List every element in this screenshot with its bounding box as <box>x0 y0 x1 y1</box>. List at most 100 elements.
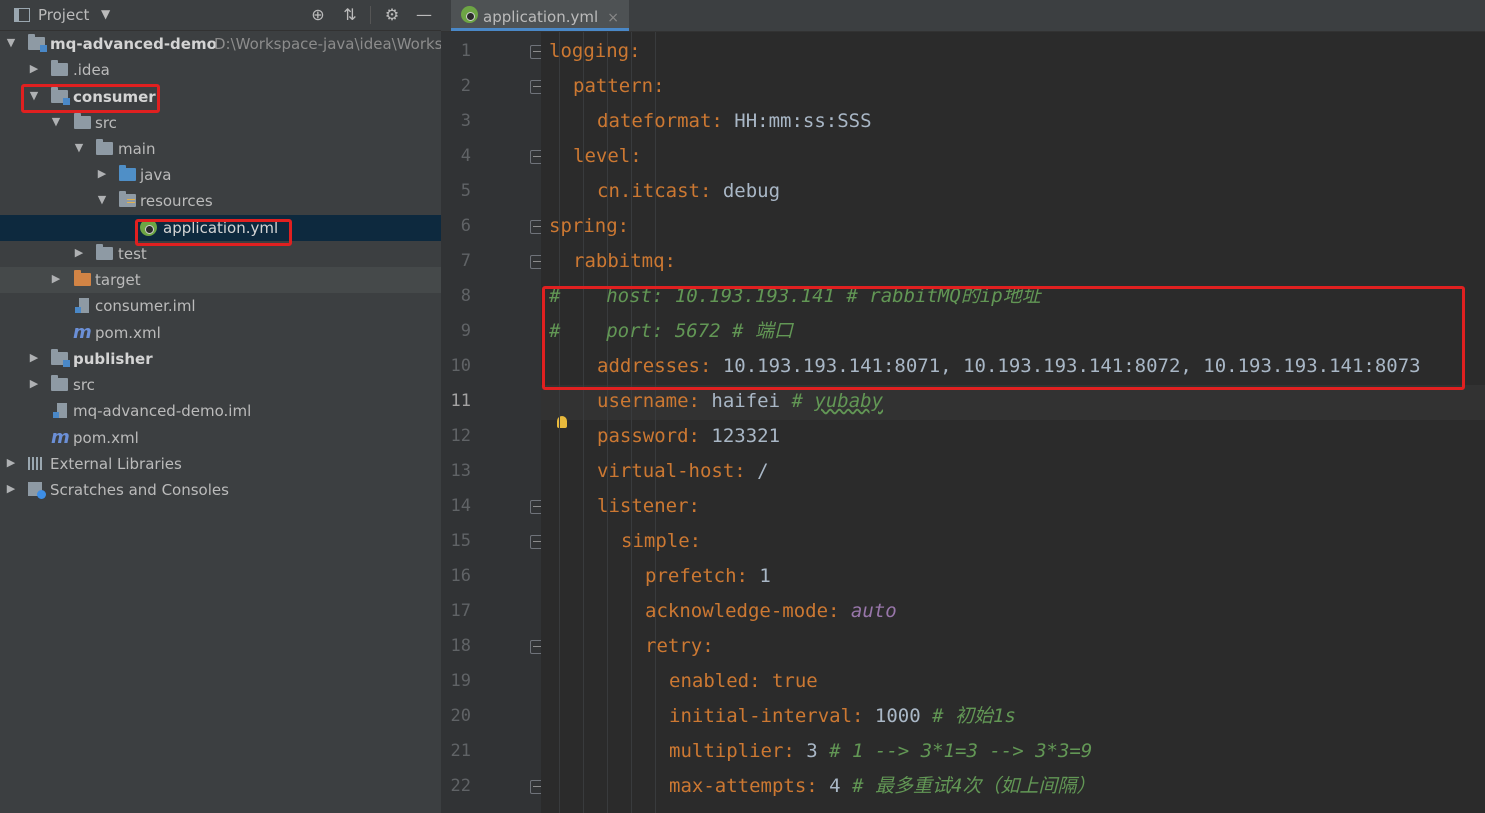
tree-item-consumer[interactable]: ▼ consumer <box>0 84 441 110</box>
chevron-down-icon[interactable]: ▼ <box>50 115 62 128</box>
tree-item-publisher[interactable]: ▶ publisher <box>0 346 441 372</box>
yaml-colon: : <box>617 215 630 237</box>
code-line: username: haifei # yubaby <box>597 384 883 419</box>
tree-item-label: consumer <box>73 88 156 106</box>
tree-item-pom-xml[interactable]: m pom.xml <box>0 320 441 346</box>
library-icon <box>28 457 44 470</box>
tree-item-application-yml[interactable]: application.yml <box>0 215 441 241</box>
project-panel-title[interactable]: Project <box>38 6 89 24</box>
editor-tab-bar: application.yml × <box>441 0 1485 32</box>
yaml-value: 123321 <box>699 425 781 447</box>
code-editor[interactable]: logging: pattern: dateformat: HH:mm:ss:SSS… <box>541 32 1485 813</box>
line-number: 9 <box>460 321 471 341</box>
collapse-icon[interactable]: ⇅ <box>340 5 360 24</box>
yaml-key: max-attempts <box>669 775 807 797</box>
yaml-comment-typo: yubaby <box>814 390 884 412</box>
yaml-value: / <box>745 460 769 482</box>
locate-icon[interactable]: ⊕ <box>308 5 328 24</box>
tab-application-yml[interactable]: application.yml × <box>451 0 629 31</box>
yaml-comment: # <box>791 390 815 412</box>
yaml-colon: : <box>688 495 700 517</box>
chevron-down-icon[interactable]: ▼ <box>101 7 110 21</box>
source-folder-icon <box>119 165 136 181</box>
folder-icon <box>96 244 113 260</box>
yaml-colon: : <box>699 180 712 202</box>
yaml-colon: : <box>688 390 700 412</box>
code-line: rabbitmq: <box>573 244 676 279</box>
tree-item-mq-advanced-demo[interactable]: ▼ mq-advanced-demo D:\Workspace-java\ide… <box>0 31 441 57</box>
chevron-right-icon[interactable]: ▶ <box>5 482 17 495</box>
yaml-key: cn.itcast <box>597 180 700 202</box>
tree-item-scratches[interactable]: ▶ Scratches and Consoles <box>0 477 441 503</box>
code-line: listener: <box>597 489 700 524</box>
chevron-down-icon[interactable]: ▼ <box>73 141 85 154</box>
yaml-key: rabbitmq <box>573 250 665 272</box>
chevron-right-icon[interactable]: ▶ <box>50 272 62 285</box>
yaml-colon: : <box>664 250 676 272</box>
tree-item-test[interactable]: ▶ test <box>0 241 441 267</box>
editor-gutter: 1 2 3 4 5 6 7 8 9 10 11 12 13 14 15 16 17 18 19 20 21 22 <box>441 32 544 813</box>
yaml-boolean: true <box>760 670 818 692</box>
scratches-icon <box>28 482 46 499</box>
line-number: 7 <box>460 251 471 271</box>
code-line: # port: 5672 # 端口 <box>549 314 793 349</box>
yaml-colon: : <box>734 460 746 482</box>
chevron-right-icon[interactable]: ▶ <box>28 377 40 390</box>
tree-item-external-libraries[interactable]: ▶ External Libraries <box>0 451 441 477</box>
chevron-right-icon[interactable]: ▶ <box>73 246 85 259</box>
project-tool-window: Project ▼ ⊕ ⇅ ⚙ — ▼ mq-advanced-demo D:\… <box>0 0 441 813</box>
code-line: virtual-host: / <box>597 454 769 489</box>
spring-config-icon <box>140 219 157 236</box>
chevron-right-icon[interactable]: ▶ <box>28 62 40 75</box>
folder-icon <box>96 139 113 155</box>
chevron-down-icon[interactable]: ▼ <box>28 89 40 102</box>
tree-item-java[interactable]: ▶ java <box>0 162 441 188</box>
code-line: simple: <box>621 524 701 559</box>
close-icon[interactable]: × <box>607 10 619 26</box>
yaml-key: acknowledge-mode <box>645 600 829 622</box>
yaml-colon: : <box>699 355 712 377</box>
chevron-right-icon[interactable]: ▶ <box>96 167 108 180</box>
yaml-colon: : <box>630 145 642 167</box>
yaml-key: simple <box>621 530 690 552</box>
tree-item-main[interactable]: ▼ main <box>0 136 441 162</box>
iml-file-icon <box>53 403 67 418</box>
tree-item-target[interactable]: ▶ target <box>0 267 441 293</box>
line-number: 10 <box>450 356 471 376</box>
line-number: 15 <box>450 531 471 551</box>
yaml-key: username <box>597 390 689 412</box>
chevron-down-icon[interactable]: ▼ <box>5 36 17 49</box>
line-number: 21 <box>450 741 471 761</box>
chevron-right-icon[interactable]: ▶ <box>28 351 40 364</box>
tree-item-src[interactable]: ▼ src <box>0 110 441 136</box>
tree-item-idea[interactable]: ▶ .idea <box>0 57 441 83</box>
tree-item-label: Scratches and Consoles <box>50 481 229 499</box>
yaml-colon: : <box>736 565 748 587</box>
chevron-right-icon[interactable]: ▶ <box>5 456 17 469</box>
yaml-value: 3 <box>794 740 830 762</box>
line-number: 3 <box>460 111 471 131</box>
maven-icon: m <box>73 322 92 343</box>
tree-item-root-iml[interactable]: mq-advanced-demo.iml <box>0 398 441 424</box>
yaml-enum-value: auto <box>839 600 897 622</box>
yaml-colon: : <box>749 670 761 692</box>
line-number: 1 <box>460 41 471 61</box>
line-number: 2 <box>460 76 471 96</box>
yaml-colon: : <box>702 635 714 657</box>
yaml-value: 4 <box>817 775 853 797</box>
tree-item-root-pom[interactable]: m pom.xml <box>0 425 441 451</box>
line-number: 13 <box>450 461 471 481</box>
gear-icon[interactable]: ⚙ <box>382 5 402 24</box>
tree-item-consumer-iml[interactable]: consumer.iml <box>0 293 441 319</box>
chevron-down-icon[interactable]: ▼ <box>96 193 108 206</box>
folder-icon <box>51 375 68 391</box>
line-number: 5 <box>460 181 471 201</box>
tree-item-label: application.yml <box>163 219 279 237</box>
tree-item-resources[interactable]: ▼ resources <box>0 188 441 214</box>
minimize-icon[interactable]: — <box>414 5 434 24</box>
yaml-comment: # 初始1s <box>932 705 1016 727</box>
tree-item-root-src[interactable]: ▶ src <box>0 372 441 398</box>
module-folder-icon <box>51 349 70 367</box>
code-line: password: 123321 <box>597 419 780 454</box>
tree-item-label: src <box>73 376 95 394</box>
